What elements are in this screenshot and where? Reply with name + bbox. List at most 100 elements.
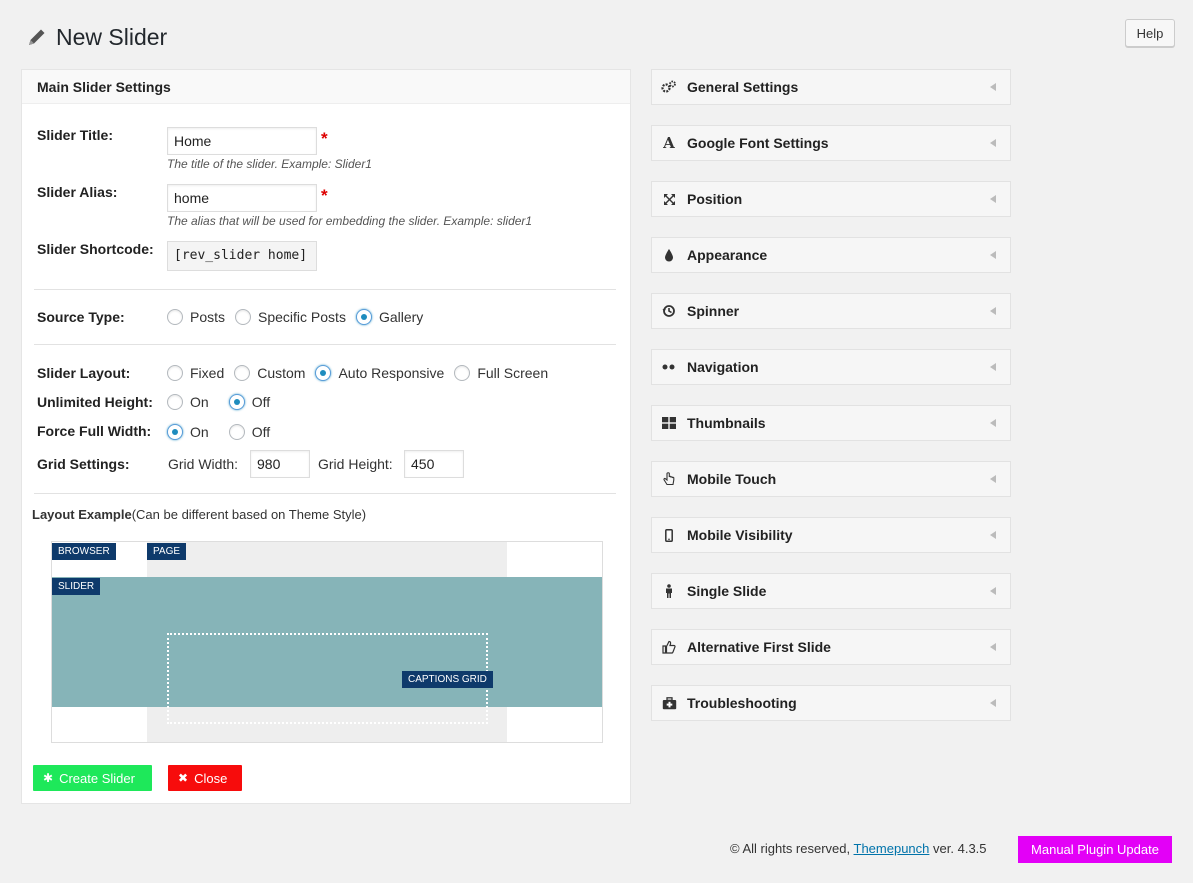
grid-height-input[interactable]: 450 [404, 450, 464, 478]
thumbs-up-icon [654, 640, 684, 654]
slider-alias-hint: The alias that will be used for embeddin… [167, 214, 533, 228]
dots-icon [654, 364, 684, 370]
source-type-group: Posts Specific Posts Gallery [167, 309, 433, 325]
accordion-mobile-visibility[interactable]: Mobile Visibility [651, 517, 1011, 553]
radio-button[interactable] [454, 365, 471, 381]
layout-fixed-option[interactable]: Fixed [167, 365, 224, 381]
grid-width-input[interactable]: 980 [250, 450, 310, 478]
accordion-google-font-settings[interactable]: A Google Font Settings [651, 125, 1011, 161]
radio-button-checked[interactable] [355, 309, 372, 325]
unlimited-height-off-option[interactable]: Off [228, 394, 270, 410]
font-icon: A [663, 134, 675, 152]
layout-example-diagram: BROWSER PAGE SLIDER CAPTIONS GRID [51, 541, 603, 743]
mobile-icon [654, 528, 684, 542]
hand-icon [654, 471, 684, 487]
layout-example-title: Layout Example(Can be different based on… [32, 507, 367, 522]
layout-auto-responsive-option[interactable]: Auto Responsive [315, 365, 444, 381]
radio-button[interactable] [234, 365, 251, 381]
accordion-spinner[interactable]: Spinner [651, 293, 1011, 329]
unlimited-height-group: On Off [167, 394, 280, 410]
accordion-single-slide[interactable]: Single Slide [651, 573, 1011, 609]
source-type-label: Source Type: [37, 309, 125, 325]
pencil-icon [29, 29, 45, 45]
radio-button-checked[interactable] [315, 365, 332, 381]
divider [34, 344, 616, 345]
footer-copyright: © All rights reserved, Themepunch ver. 4… [730, 841, 987, 856]
radio-button[interactable] [167, 365, 183, 381]
radio-button[interactable] [235, 309, 252, 325]
collapse-arrow-icon [990, 363, 996, 371]
required-mark: * [321, 186, 328, 205]
gears-icon [654, 80, 684, 94]
slider-alias-input[interactable]: home [167, 184, 317, 212]
page-tag: PAGE [147, 543, 187, 560]
medkit-icon [654, 696, 684, 710]
slider-title-hint: The title of the slider. Example: Slider… [167, 157, 372, 171]
radio-button-checked[interactable] [167, 424, 183, 440]
accordion-general-settings[interactable]: General Settings [651, 69, 1011, 105]
captions-grid-tag: CAPTIONS GRID [402, 671, 493, 688]
unlimited-height-on-option[interactable]: On [167, 394, 209, 410]
radio-button[interactable] [167, 394, 183, 410]
collapse-arrow-icon [990, 251, 996, 259]
slider-title-input[interactable]: Home [167, 127, 317, 155]
collapse-arrow-icon [990, 307, 996, 315]
accordion-position[interactable]: Position [651, 181, 1011, 217]
person-icon [654, 584, 684, 598]
slider-title-label: Slider Title: [37, 127, 113, 143]
accordion-alternative-first-slide[interactable]: Alternative First Slide [651, 629, 1011, 665]
collapse-arrow-icon [990, 139, 996, 147]
divider [34, 493, 616, 494]
themepunch-link[interactable]: Themepunch [854, 841, 930, 856]
page-title: New Slider [56, 23, 168, 50]
collapse-arrow-icon [990, 195, 996, 203]
force-full-width-label: Force Full Width: [37, 423, 152, 439]
collapse-arrow-icon [990, 699, 996, 707]
grid-settings-label: Grid Settings: [37, 456, 130, 472]
accordion-mobile-touch[interactable]: Mobile Touch [651, 461, 1011, 497]
unlimited-height-label: Unlimited Height: [37, 394, 153, 410]
drop-icon [654, 248, 684, 262]
page-header: New Slider [26, 20, 167, 54]
accordion-troubleshooting[interactable]: Troubleshooting [651, 685, 1011, 721]
divider [34, 289, 616, 290]
full-width-off-option[interactable]: Off [228, 424, 270, 440]
slider-tag: SLIDER [52, 578, 101, 595]
shortcode-field[interactable]: [rev_slider home] [167, 241, 317, 271]
accordion-appearance[interactable]: Appearance [651, 237, 1011, 273]
close-button[interactable]: ✖ Close [168, 765, 242, 791]
slider-area [52, 577, 602, 724]
full-width-on-option[interactable]: On [167, 424, 209, 440]
create-slider-button[interactable]: ✱ Create Slider [33, 765, 152, 791]
spinner-icon [654, 304, 684, 318]
gear-icon: ✱ [43, 771, 54, 785]
layout-full-screen-option[interactable]: Full Screen [454, 365, 548, 381]
panel-title: Main Slider Settings [22, 70, 630, 104]
slider-alias-label: Slider Alias: [37, 184, 118, 200]
close-icon: ✖ [178, 771, 189, 785]
browser-tag: BROWSER [52, 543, 116, 560]
source-specific-posts-option[interactable]: Specific Posts [235, 309, 346, 325]
slider-layout-label: Slider Layout: [37, 365, 131, 381]
collapse-arrow-icon [990, 643, 996, 651]
source-posts-option[interactable]: Posts [167, 309, 225, 325]
required-mark: * [321, 129, 328, 148]
collapse-arrow-icon [990, 419, 996, 427]
radio-button-checked[interactable] [228, 394, 245, 410]
help-button[interactable]: Help [1125, 19, 1175, 47]
accordion-thumbnails[interactable]: Thumbnails [651, 405, 1011, 441]
manual-plugin-update-button[interactable]: Manual Plugin Update [1018, 836, 1172, 863]
accordion-navigation[interactable]: Navigation [651, 349, 1011, 385]
radio-button[interactable] [167, 309, 183, 325]
collapse-arrow-icon [990, 531, 996, 539]
source-gallery-option[interactable]: Gallery [355, 309, 423, 325]
layout-custom-option[interactable]: Custom [234, 365, 305, 381]
collapse-arrow-icon [990, 475, 996, 483]
collapse-arrow-icon [990, 587, 996, 595]
position-icon [654, 193, 684, 206]
radio-button[interactable] [228, 424, 245, 440]
main-slider-settings-panel: Main Slider Settings Slider Title: Home … [21, 69, 631, 804]
force-full-width-group: On Off [167, 424, 280, 440]
grid-width-label: Grid Width: [168, 456, 239, 472]
collapse-arrow-icon [990, 83, 996, 91]
